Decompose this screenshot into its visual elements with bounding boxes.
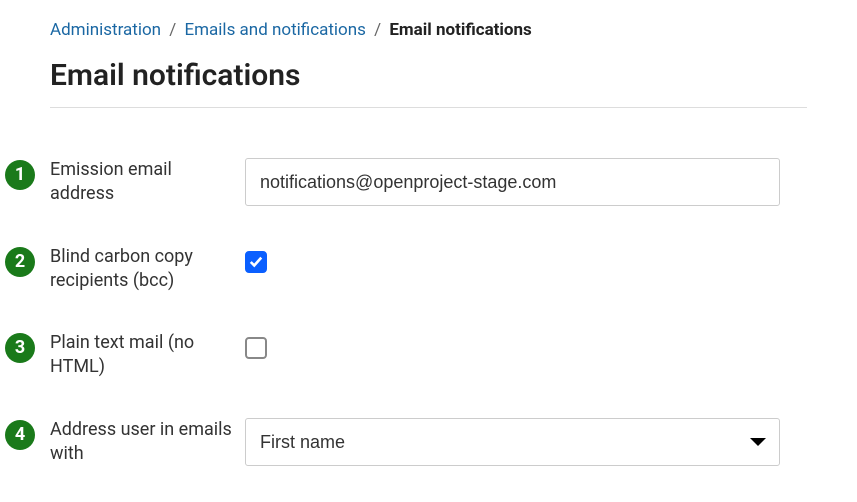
- field-row-bcc: 2 Blind carbon copy recipients (bcc): [50, 245, 807, 294]
- step-badge: 3: [5, 333, 35, 363]
- page-title: Email notifications: [50, 58, 807, 93]
- plain-text-checkbox[interactable]: [245, 337, 267, 359]
- breadcrumb-separator: /: [370, 20, 385, 40]
- breadcrumb-current: Email notifications: [389, 20, 531, 40]
- divider: [50, 107, 807, 108]
- field-label-emission-email: Emission email address: [50, 158, 245, 207]
- breadcrumb-link-emails-and-notifications[interactable]: Emails and notifications: [184, 20, 365, 40]
- settings-form: 1 Emission email address 2 Blind carbon …: [50, 158, 807, 466]
- breadcrumb: Administration / Emails and notification…: [50, 20, 807, 40]
- breadcrumb-separator: /: [165, 20, 180, 40]
- breadcrumb-link-administration[interactable]: Administration: [50, 20, 161, 40]
- step-badge: 1: [5, 160, 35, 190]
- field-row-address-user: 4 Address user in emails with First name: [50, 418, 807, 467]
- bcc-checkbox[interactable]: [245, 251, 267, 273]
- field-label-bcc: Blind carbon copy recipients (bcc): [50, 245, 245, 294]
- field-row-emission-email: 1 Emission email address: [50, 158, 807, 207]
- emission-email-input[interactable]: [245, 158, 780, 206]
- step-badge: 4: [5, 420, 35, 450]
- field-label-plain-text: Plain text mail (no HTML): [50, 331, 245, 380]
- address-user-select[interactable]: First name: [245, 418, 780, 466]
- field-row-plain-text: 3 Plain text mail (no HTML): [50, 331, 807, 380]
- field-label-address-user: Address user in emails with: [50, 418, 245, 467]
- check-icon: [249, 255, 263, 269]
- step-badge: 2: [5, 247, 35, 277]
